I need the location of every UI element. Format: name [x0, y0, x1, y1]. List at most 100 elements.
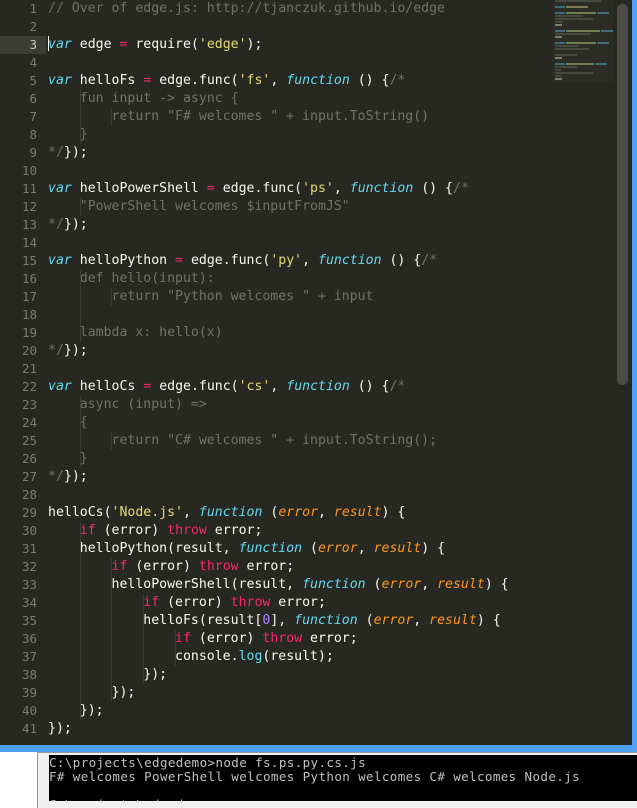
code-line[interactable]: if (error) throw error; [46, 558, 632, 576]
indent-guide [79, 198, 81, 216]
minimap-row [553, 51, 613, 53]
code-line[interactable]: if (error) throw error; [46, 630, 632, 648]
token-str: 'fs' [238, 73, 271, 88]
token-plain: edge [71, 37, 120, 52]
token-plain: (error) [95, 523, 168, 538]
line-number: 8 [29, 127, 37, 142]
token-kw: function [198, 505, 263, 520]
minimap-row [553, 36, 613, 38]
code-line[interactable] [46, 486, 632, 504]
code-line[interactable]: return "F# welcomes " + input.ToString() [46, 108, 632, 126]
line-number: 13 [21, 217, 37, 232]
minimap-row [553, 9, 613, 11]
token-plain: }); [63, 343, 88, 358]
code-line[interactable]: { [46, 414, 632, 432]
token-comment: async (input) => [48, 397, 207, 412]
code-line[interactable]: */}); [46, 144, 632, 162]
code-line[interactable] [46, 306, 632, 324]
code-line[interactable]: }); [46, 702, 632, 720]
token-kw: var [48, 37, 72, 52]
token-plain: error; [270, 595, 326, 610]
minimap-segment [555, 24, 562, 26]
code-line[interactable]: console.log(result); [46, 648, 632, 666]
code-line[interactable]: */}); [46, 216, 632, 234]
code-line[interactable]: if (error) throw error; [46, 594, 632, 612]
console-line: C:\projects\edgedemo> [49, 798, 637, 802]
line-number: 9 [29, 145, 37, 160]
code-line[interactable]: helloCs('Node.js', function (error, resu… [46, 504, 632, 522]
minimap-segment [595, 63, 607, 65]
indent-guide [79, 684, 81, 702]
code-line[interactable]: }); [46, 684, 632, 702]
token-str: 'cs' [238, 379, 271, 394]
token-param: error [381, 577, 422, 592]
token-plain: error; [302, 631, 358, 646]
code-line[interactable]: // Over of edge.js: http://tjanczuk.gith… [46, 0, 632, 18]
minimap-row [553, 15, 613, 17]
line-number-gutter[interactable]: 1 2 3 4 5 6 7 8 9 10 11 12 13 14 15 16 17 18 19 20 21 22 23 24 2… [0, 0, 46, 745]
token-comment: def hello(input): [48, 271, 215, 286]
screen-root: 1 2 3 4 5 6 7 8 9 10 11 12 13 14 15 16 17 18 19 20 21 22 23 24 2… [0, 0, 637, 808]
code-line[interactable]: } [46, 126, 632, 144]
token-comment: /* [389, 73, 406, 88]
code-line[interactable]: helloPython(result, function (error, res… [46, 540, 632, 558]
indent-guide [79, 126, 81, 144]
code-line[interactable]: async (input) => [46, 396, 632, 414]
minimap-segment [555, 0, 601, 2]
code-line[interactable]: */}); [46, 468, 632, 486]
indent-guide [79, 666, 81, 684]
minimap-segment [555, 66, 577, 68]
code-line[interactable]: var helloFs = edge.func('fs', function (… [46, 72, 632, 90]
code-editor-window[interactable]: 1 2 3 4 5 6 7 8 9 10 11 12 13 14 15 16 17 18 19 20 21 22 23 24 2… [0, 0, 637, 752]
token-plain: , [270, 73, 287, 88]
code-line[interactable]: var helloCs = edge.func('cs', function (… [46, 378, 632, 396]
code-line[interactable]: }); [46, 666, 632, 684]
code-line[interactable]: } [46, 450, 632, 468]
code-line[interactable]: helloFs(result[0], function (error, resu… [46, 612, 632, 630]
code-line[interactable]: }); [46, 720, 632, 738]
code-line[interactable]: def hello(input): [46, 270, 632, 288]
line-number: 41 [21, 721, 37, 736]
indent-guide [79, 396, 81, 414]
code-line[interactable]: */}); [46, 342, 632, 360]
code-line[interactable]: helloPowerShell(result, function (error,… [46, 576, 632, 594]
token-plain: , [270, 379, 287, 394]
indent-guide [79, 288, 81, 306]
code-line[interactable] [46, 234, 632, 252]
code-line[interactable]: lambda x: hello(x) [46, 324, 632, 342]
minimap-segment [555, 78, 562, 80]
token-plain: (error) [159, 595, 231, 610]
minimap[interactable] [553, 0, 613, 82]
line-number: 4 [29, 55, 37, 70]
line-number: 3 [0, 36, 46, 54]
token-kw: function [349, 181, 414, 196]
code-line[interactable]: return "C# welcomes " + input.ToString()… [46, 432, 632, 450]
token-kw: function [294, 613, 358, 628]
desktop-background [0, 752, 37, 808]
code-line[interactable]: "PowerShell welcomes $inputFromJS" [46, 198, 632, 216]
minimap-row [553, 21, 613, 23]
token-plain: }); [63, 145, 88, 160]
code-line[interactable]: if (error) throw error; [46, 522, 632, 540]
token-comment: fun input -> async { [48, 91, 239, 106]
console-window[interactable]: C:\projects\edgedemo>node fs.ps.py.cs.js… [37, 752, 637, 808]
code-line[interactable] [46, 54, 632, 72]
editor-body[interactable]: 1 2 3 4 5 6 7 8 9 10 11 12 13 14 15 16 17 18 19 20 21 22 23 24 2… [0, 0, 632, 745]
code-line[interactable]: var helloPowerShell = edge.func('ps', fu… [46, 180, 632, 198]
code-line[interactable]: return "Python welcomes " + input [46, 288, 632, 306]
code-line[interactable] [46, 360, 632, 378]
console-screen[interactable]: C:\projects\edgedemo>node fs.ps.py.cs.js… [49, 755, 637, 801]
code-line[interactable]: var helloPython = edge.func('py', functi… [46, 252, 632, 270]
code-line[interactable] [46, 162, 632, 180]
vertical-scrollbar-thumb[interactable] [617, 4, 628, 385]
code-line[interactable] [46, 18, 632, 36]
code-line[interactable]: var edge = require('edge'); [46, 36, 632, 54]
token-op: = [175, 253, 183, 268]
token-plain: ); [246, 37, 263, 52]
minimap-segment [566, 12, 596, 14]
token-op: if [111, 559, 128, 574]
code-line[interactable]: fun input -> async { [46, 90, 632, 108]
code-text-area[interactable]: // Over of edge.js: http://tjanczuk.gith… [46, 0, 632, 745]
token-op: throw [230, 595, 271, 610]
token-plain: ) { [381, 505, 406, 520]
